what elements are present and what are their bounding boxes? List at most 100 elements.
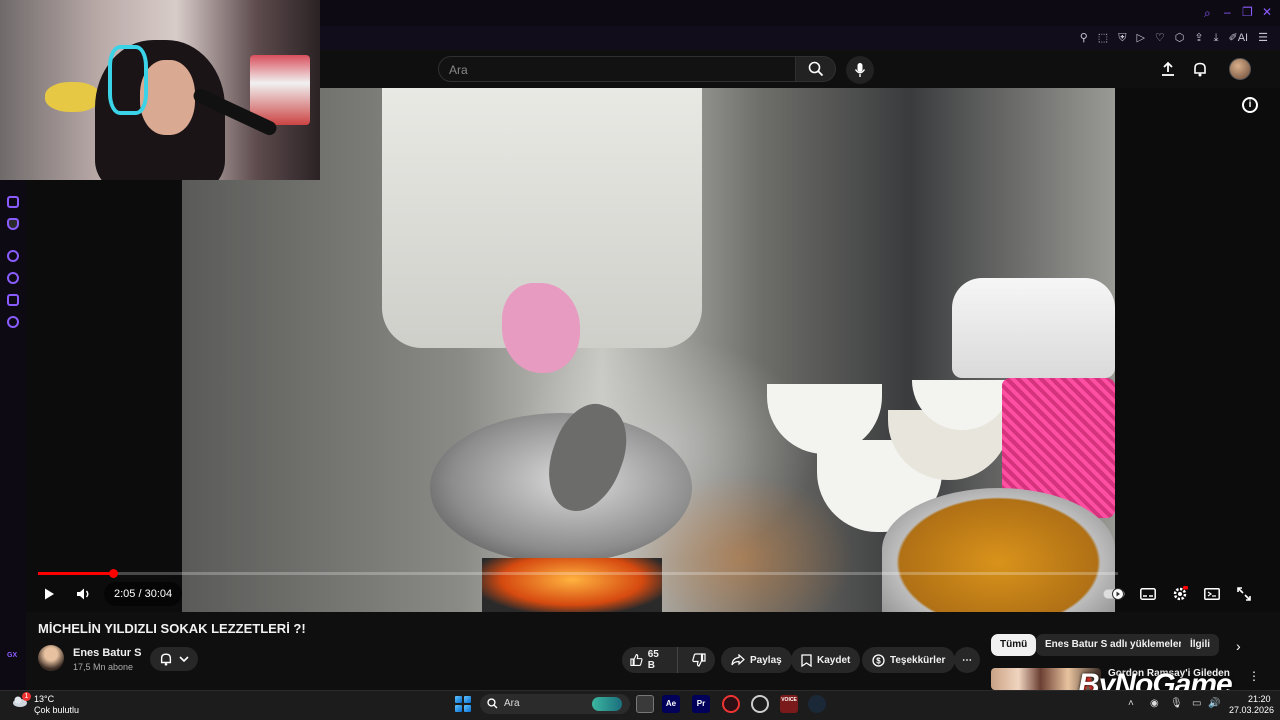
aria-icon[interactable]: ✐AI	[1229, 31, 1249, 44]
search-icon	[487, 698, 498, 709]
discord-icon[interactable]	[7, 218, 19, 230]
thumbs-down-icon	[692, 653, 706, 667]
autoplay-icon	[1103, 588, 1125, 600]
browser-titlebar: ⌕ – ❐ ✕	[320, 0, 1280, 26]
thanks-label: Teşekkürler	[890, 654, 946, 666]
share-icon[interactable]: ⇪	[1194, 32, 1203, 44]
settings-button[interactable]	[1169, 584, 1191, 604]
bell-icon[interactable]	[1192, 61, 1208, 77]
microphone-icon	[854, 63, 866, 77]
minimize-icon[interactable]: –	[1224, 5, 1231, 19]
account-avatar[interactable]	[1229, 58, 1251, 80]
bookmark-icon	[801, 653, 812, 667]
progress-handle[interactable]	[108, 569, 118, 578]
search-input[interactable]: Ara	[438, 56, 796, 82]
thumbs-up-icon	[630, 653, 643, 667]
network-icon[interactable]: ▭	[1192, 698, 1201, 709]
plush-toy	[45, 82, 100, 112]
upload-icon[interactable]	[1160, 61, 1176, 77]
channel-name[interactable]: Enes Batur S	[73, 647, 141, 659]
headset	[108, 45, 148, 115]
noodle-bag	[952, 278, 1115, 378]
miniplayer-icon	[1204, 588, 1220, 600]
volume-tray-icon[interactable]: 🔊	[1208, 698, 1220, 709]
progress-fill	[38, 572, 113, 575]
opera-gx-icon[interactable]	[722, 695, 740, 713]
bell-icon	[160, 653, 172, 666]
voice-search-button[interactable]	[846, 56, 874, 84]
ai-label: AI	[1237, 31, 1249, 44]
after-effects-icon[interactable]: Ae	[662, 695, 680, 713]
like-button[interactable]: 65 B	[622, 647, 678, 673]
download-icon[interactable]: ⤓	[1214, 32, 1219, 44]
premiere-icon[interactable]: Pr	[692, 695, 710, 713]
share-button[interactable]: Paylaş	[721, 647, 792, 673]
close-icon[interactable]: ✕	[1262, 5, 1272, 19]
discord-icon[interactable]	[751, 695, 769, 713]
share-label: Paylaş	[750, 654, 782, 666]
subscriber-count: 17,5 Mn abone	[73, 662, 134, 672]
streamer-face	[140, 60, 195, 135]
browser-sidebar: GX	[0, 180, 26, 690]
progress-bar[interactable]	[38, 569, 1118, 578]
thanks-button[interactable]: $ Teşekkürler	[862, 647, 956, 673]
play-icon[interactable]: ▷	[1136, 32, 1144, 44]
steam-icon[interactable]	[808, 695, 826, 713]
search-icon[interactable]: ⌕	[1204, 6, 1211, 21]
more-actions-button[interactable]: ⋯	[954, 647, 980, 673]
save-button[interactable]: Kaydet	[791, 647, 861, 673]
channel-avatar[interactable]	[38, 645, 64, 671]
fullscreen-icon	[1237, 587, 1251, 601]
like-count: 65 B	[647, 649, 659, 671]
time-display: 2:05 / 30:04	[104, 582, 183, 606]
voicemeeter-icon[interactable]: VOICE	[780, 695, 798, 713]
clock-date[interactable]: 27.03.2026	[1229, 705, 1274, 715]
task-view-icon[interactable]	[636, 695, 654, 713]
clock-time[interactable]: 21:20	[1248, 694, 1271, 704]
instagram-icon[interactable]	[7, 196, 19, 208]
webcam-overlay	[0, 0, 320, 180]
player-icon[interactable]	[7, 250, 19, 262]
weather-description[interactable]: Çok bulutlu	[34, 705, 79, 715]
play-button[interactable]	[36, 582, 62, 606]
subtitles-button[interactable]	[1137, 584, 1159, 604]
screenshot-icon[interactable]: ⬚	[1098, 32, 1108, 44]
tray-chevron-icon[interactable]: ˄	[1128, 698, 1134, 709]
info-icon[interactable]: i	[1242, 97, 1258, 113]
start-button[interactable]	[455, 696, 471, 712]
tray-app-icon[interactable]: ◉	[1150, 698, 1159, 709]
chevron-down-icon	[179, 656, 189, 663]
subscription-button[interactable]	[150, 647, 198, 671]
heart-icon[interactable]: ♡	[1155, 32, 1165, 44]
search-icon	[808, 61, 823, 77]
miniplayer-button[interactable]	[1201, 584, 1223, 604]
recommendation-menu-icon[interactable]: ⋮	[1248, 669, 1260, 683]
chip-all[interactable]: Tümü	[991, 634, 1037, 656]
chevron-right-icon[interactable]: ›	[1236, 638, 1241, 654]
gear-icon	[1173, 586, 1188, 601]
video-frame[interactable]	[182, 88, 1115, 612]
settings-icon[interactable]	[7, 316, 19, 328]
search-button[interactable]	[796, 56, 836, 82]
fullscreen-button[interactable]	[1233, 584, 1255, 604]
pin-icon[interactable]: ⚲	[1080, 32, 1088, 44]
tray-mic-icon[interactable]: 🎙	[1170, 698, 1183, 709]
menu-icon[interactable]: ☰	[1258, 32, 1268, 44]
video-title: MİCHELİN YILDIZLI SOKAK LEZZETLERİ ?!	[38, 621, 306, 636]
play-icon	[45, 588, 54, 600]
soup-pot	[882, 488, 1115, 612]
super-thanks-icon: $	[872, 653, 885, 667]
chip-related[interactable]: İlgili	[1181, 634, 1219, 656]
fire	[482, 558, 662, 612]
shield-icon[interactable]: ⛨	[1118, 32, 1126, 44]
maximize-icon[interactable]: ❐	[1242, 5, 1253, 19]
volume-button[interactable]	[72, 582, 96, 606]
autoplay-toggle[interactable]	[1103, 584, 1125, 604]
history-icon[interactable]	[7, 272, 19, 284]
extensions-side-icon[interactable]	[7, 294, 19, 306]
search-highlight-icon	[592, 697, 622, 711]
dislike-button[interactable]	[683, 647, 715, 673]
weather-temperature[interactable]: 13°C	[34, 694, 54, 704]
extensions-icon[interactable]: ⬡	[1175, 32, 1185, 44]
pink-towel	[502, 283, 580, 373]
